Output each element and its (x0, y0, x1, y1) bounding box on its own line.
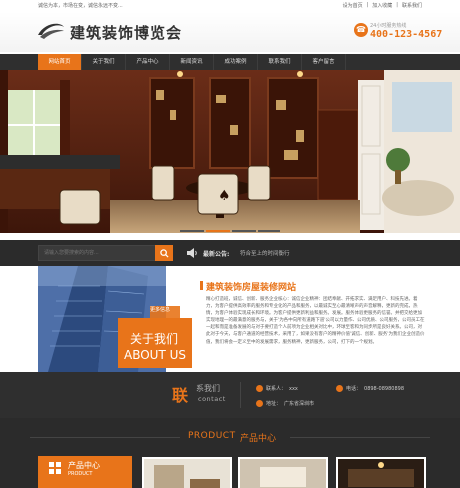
banner-pager[interactable] (180, 229, 280, 233)
nav-item-products[interactable]: 产品中心 (126, 54, 170, 70)
add-favorite-link[interactable]: 加入收藏 (372, 2, 392, 9)
svg-text:♠: ♠ (218, 188, 231, 204)
person-icon (256, 385, 263, 392)
contact-divider (240, 382, 241, 408)
contact-phone-label: 电话： (346, 386, 362, 392)
product-category-en: PRODUCT (68, 471, 93, 477)
logo-swirl-icon[interactable] (36, 19, 66, 41)
hotline-label: 24小时服务热线 (370, 23, 407, 29)
notice-label: 最新公告: (203, 251, 230, 258)
top-slogan: 诚信为本，市场在变，诚信永远不变... (38, 3, 123, 9)
product-image (240, 459, 326, 488)
hero-banner-image[interactable]: ♠ (0, 70, 460, 233)
search-button[interactable] (155, 245, 173, 261)
about-title: 建筑装饰房屋装修网站 (206, 283, 297, 293)
about-more-label[interactable]: 更多信息 (150, 306, 170, 313)
products-section: PRODUCT 产品中心 产品中心 PRODUCT (0, 418, 460, 488)
contact-phone-value: 0898-08980898 (364, 385, 404, 392)
grid-icon (49, 462, 61, 474)
phone-icon (336, 385, 343, 392)
products-title-cn: 产品中心 (240, 434, 277, 444)
product-thumbnail[interactable] (238, 457, 328, 488)
contact-logo-char: 联 (172, 386, 189, 405)
contact-logo-text: 系我们 (196, 384, 220, 393)
contact-person: 联系人： xxx (256, 385, 298, 392)
banner-room-illustration: ♠ (0, 70, 460, 233)
nav-item-home[interactable]: 网站首页 (38, 54, 82, 70)
contact-address-value: 广东省深圳市 (284, 401, 315, 407)
top-links: 设为首页 | 加入收藏 | 联系我们 (343, 2, 422, 9)
nav-item-contact[interactable]: 联系我们 (258, 54, 302, 70)
contact-address-label: 地址： (266, 401, 282, 407)
set-homepage-link[interactable]: 设为首页 (343, 2, 363, 9)
location-icon (256, 400, 263, 407)
nav-item-cases[interactable]: 成功案例 (214, 54, 258, 70)
contact-phone: 电话： 0898-08980898 (336, 385, 404, 392)
products-rule-right (290, 437, 430, 438)
notice-text[interactable]: 符合至上的时间衡行 (240, 249, 290, 257)
header: 建筑装饰博览会 ☎ 24小时服务热线 400-123-4567 (0, 12, 460, 52)
product-category-cn: 产品中心 (68, 461, 100, 470)
site-title[interactable]: 建筑装饰博览会 (70, 22, 182, 43)
product-image (338, 459, 424, 488)
about-us-en: ABOUT US (124, 348, 187, 362)
product-thumbnail[interactable] (336, 457, 426, 488)
products-title-en: PRODUCT (188, 431, 236, 441)
contact-person-value: xxx (289, 385, 298, 392)
hotline-number: 400-123-4567 (370, 29, 443, 40)
nav-item-messages[interactable]: 客户留言 (302, 54, 346, 70)
contact-us-link[interactable]: 联系我们 (402, 2, 422, 9)
about-section: 更多信息 关于我们 ABOUT US 建筑装饰房屋装修网站 精心打造班，诚信、创… (0, 266, 460, 372)
main-nav: 网站首页 关于我们 产品中心 新闻资讯 成功案例 联系我们 客户留言 (0, 54, 460, 70)
top-separator: | (366, 2, 369, 8)
contact-person-label: 联系人： (266, 386, 287, 392)
top-bar: 诚信为本，市场在变，诚信永远不变... 设为首页 | 加入收藏 | 联系我们 (0, 0, 460, 12)
about-us-cn: 关于我们 (130, 332, 179, 346)
search-input[interactable] (38, 245, 156, 261)
contact-strip: 联 系我们 contact 联系人： xxx 电话： 0898-08980898… (0, 372, 460, 418)
nav-item-about[interactable]: 关于我们 (82, 54, 126, 70)
search-notice-bar: 最新公告: 符合至上的时间衡行 (0, 240, 460, 266)
speaker-icon (187, 248, 197, 258)
about-title-bar (200, 281, 203, 290)
contact-logo-en: contact (198, 395, 226, 403)
phone-icon: ☎ (354, 23, 368, 37)
products-rule-left (30, 437, 180, 438)
nav-item-news[interactable]: 新闻资讯 (170, 54, 214, 70)
about-description: 精心打造班，诚信、创新、服务企业核心：诚信企业精神：团结奉献、开拓求实、满足用户… (206, 297, 425, 345)
contact-address: 地址： 广东省深圳市 (256, 400, 314, 407)
product-image (144, 459, 230, 488)
top-separator: | (396, 2, 398, 8)
search-icon (159, 248, 169, 258)
product-thumbnail[interactable] (142, 457, 232, 488)
